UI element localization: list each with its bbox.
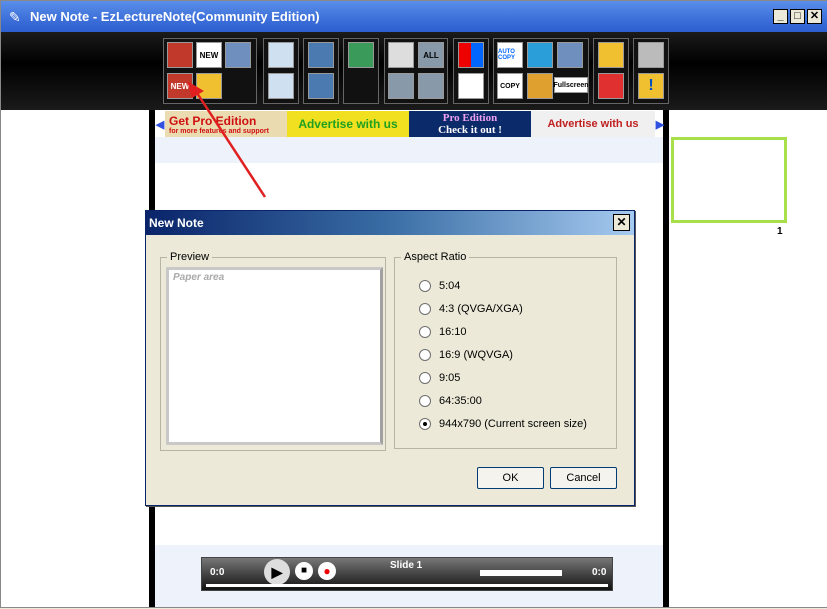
ad-next-arrow-icon[interactable]: ▶ [655, 111, 665, 137]
dialog-close-button[interactable]: ✕ [613, 214, 630, 231]
toolbar-group-settings: ! [633, 38, 669, 104]
erase-all-button[interactable]: ALL [418, 42, 444, 68]
preview-legend: Preview [170, 251, 210, 263]
aspect-option-6[interactable]: 944x790 (Current screen size) [419, 418, 587, 430]
paper-area-preview: Paper area [166, 267, 383, 445]
undo-icon[interactable] [308, 42, 334, 68]
record-icon[interactable]: ● [318, 562, 336, 580]
toolbar-group-colors [453, 38, 489, 104]
aspect-option-2[interactable]: 16:10 [419, 326, 467, 338]
slide-thumbnail[interactable] [671, 137, 787, 223]
aspect-option-0[interactable]: 5:04 [419, 280, 460, 292]
toolbar-group-file: NEW NEW [163, 38, 257, 104]
aspect-ratio-legend: Aspect Ratio [404, 251, 467, 263]
time-left: 0:0 [210, 567, 225, 578]
aspect-option-5[interactable]: 64:35:00 [419, 395, 482, 407]
image-icon[interactable] [557, 42, 583, 68]
slide-label: Slide 1 [390, 560, 423, 571]
slide-thumbnail-number: 1 [777, 226, 783, 237]
save-as-icon[interactable] [268, 73, 294, 99]
minimize-button[interactable]: _ [773, 9, 788, 24]
window-title: New Note - EzLectureNote(Community Editi… [30, 9, 320, 24]
help-button[interactable]: ! [638, 73, 664, 99]
maximize-button[interactable]: □ [790, 9, 805, 24]
close-button[interactable]: ✕ [807, 9, 822, 24]
ad-advertise-1[interactable]: Advertise with us [287, 111, 409, 137]
swap-icon[interactable] [598, 42, 624, 68]
toolbar-group-nav [593, 38, 629, 104]
ok-button[interactable]: OK [477, 467, 544, 489]
puzzle-icon[interactable] [527, 73, 553, 99]
new-star-button[interactable]: NEW [196, 42, 222, 68]
toolbar-group-save [263, 38, 299, 104]
fullscreen-button[interactable]: Fullscreen [554, 77, 589, 93]
new-note-button[interactable]: NEW [167, 73, 193, 99]
toolbar-group-undo [303, 38, 339, 104]
redo-icon[interactable] [308, 73, 334, 99]
ad-get-pro[interactable]: Get Pro Edition for more features and su… [165, 111, 287, 137]
ad-pro-edition[interactable]: Pro Edition Check it out ! [409, 111, 531, 137]
record-icon[interactable] [225, 42, 251, 68]
seek-slider[interactable] [206, 584, 608, 587]
palette-icon[interactable] [348, 42, 374, 68]
toolbar: NEW NEW ALL AUTO COPY COPY Fullscreen ! [1, 32, 827, 110]
wrench-icon[interactable] [638, 42, 664, 68]
pen-icon[interactable] [388, 42, 414, 68]
progress-bar[interactable] [480, 570, 562, 576]
paper-area-label: Paper area [173, 272, 225, 283]
player-bar: 0:0 ▶ ■ ● Slide 1 0:0 [201, 557, 613, 591]
line-width-icon[interactable] [458, 73, 484, 99]
move-icon[interactable] [598, 73, 624, 99]
new-note-dialog: New Note ✕ Preview Paper area Aspect Rat… [145, 210, 635, 506]
play-icon[interactable]: ▶ [264, 559, 290, 585]
time-right: 0:0 [592, 567, 607, 578]
aspect-option-3[interactable]: 16:9 (WQVGA) [419, 349, 513, 361]
ad-banner: ◀ Get Pro Edition for more features and … [155, 111, 665, 137]
app-window: ✎ New Note - EzLectureNote(Community Edi… [0, 0, 827, 608]
toolbar-group-tools [343, 38, 379, 104]
app-icon: ✎ [9, 9, 21, 25]
toolbar-group-copy: AUTO COPY COPY Fullscreen [493, 38, 589, 104]
dialog-title: New Note [146, 211, 634, 235]
ad-advertise-2[interactable]: Advertise with us [531, 111, 655, 137]
color-picker-icon[interactable] [458, 42, 484, 68]
open-icon[interactable] [167, 42, 193, 68]
copy-button[interactable]: COPY [497, 73, 523, 99]
title-bar: ✎ New Note - EzLectureNote(Community Edi… [1, 1, 827, 32]
aspect-option-1[interactable]: 4:3 (QVGA/XGA) [419, 303, 523, 315]
eraser-icon[interactable] [418, 73, 444, 99]
book-icon[interactable] [527, 42, 553, 68]
save-icon[interactable] [268, 42, 294, 68]
highlighter-icon[interactable] [388, 73, 414, 99]
toolbar-group-pens: ALL [384, 38, 448, 104]
aspect-option-4[interactable]: 9:05 [419, 372, 460, 384]
shapes-icon[interactable] [196, 73, 222, 99]
ad-prev-arrow-icon[interactable]: ◀ [155, 111, 165, 137]
stop-icon[interactable]: ■ [295, 562, 313, 580]
cancel-button[interactable]: Cancel [550, 467, 617, 489]
auto-copy-button[interactable]: AUTO COPY [497, 42, 523, 68]
